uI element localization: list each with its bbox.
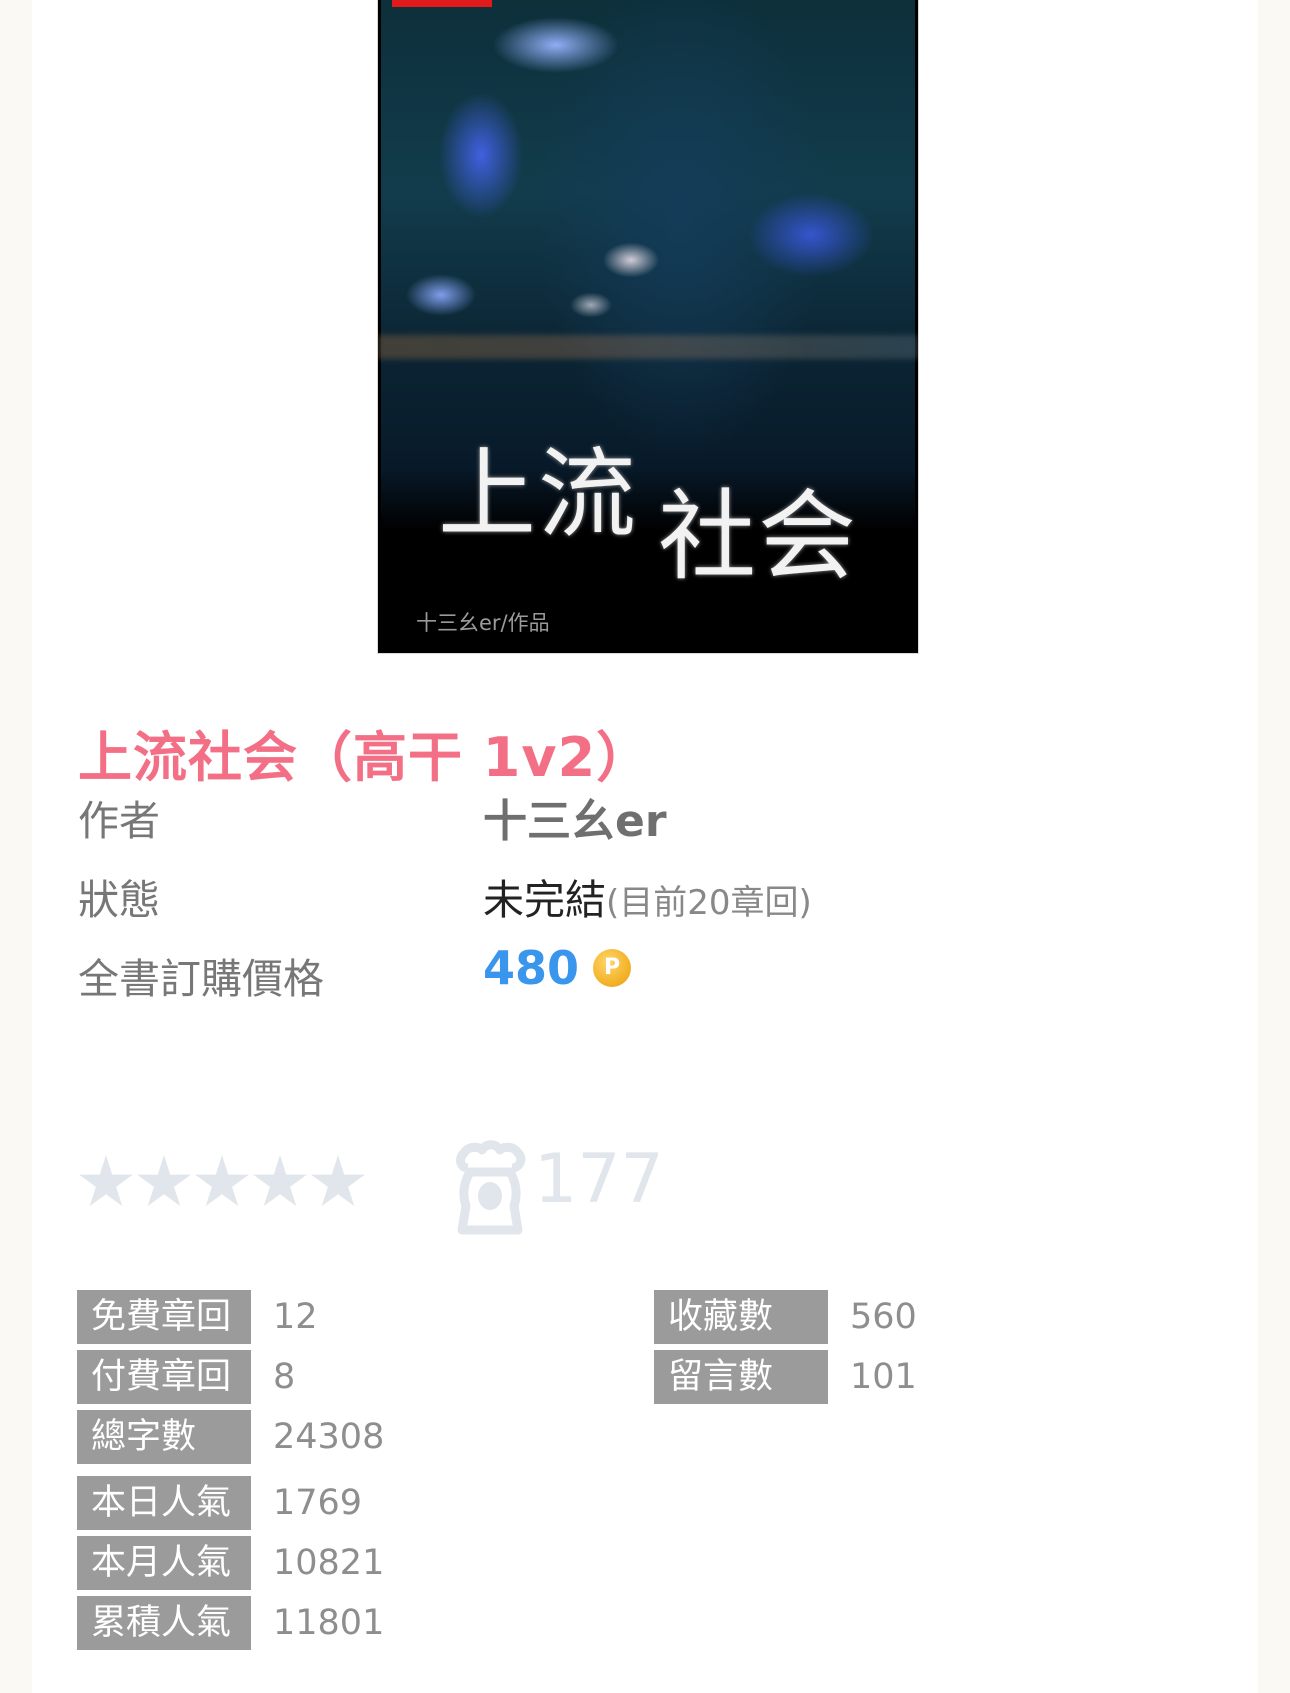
star-icon[interactable]: [253, 1155, 307, 1206]
stat-daily-popularity: 本日人氣 1769: [77, 1476, 362, 1530]
status-value-group: 未完結(目前20章回): [483, 866, 812, 926]
stat-label: 本月人氣: [77, 1536, 251, 1590]
status-label: 狀態: [78, 876, 160, 924]
stat-total-popularity: 累積人氣 11801: [77, 1596, 384, 1650]
star-icon[interactable]: [79, 1155, 133, 1206]
info-row-price: 全書訂購價格 480 P: [78, 941, 632, 1005]
stat-value: 10821: [273, 1543, 385, 1583]
book-title: 上流社会（高干 1v2）: [78, 726, 652, 789]
cover-title-part-1: 上流: [438, 438, 639, 552]
stat-monthly-popularity: 本月人氣 10821: [77, 1536, 384, 1590]
stat-value: 101: [850, 1357, 917, 1397]
stat-label: 本日人氣: [77, 1476, 251, 1530]
cover-author-credit: 十三幺er/作品: [416, 611, 550, 635]
price-label: 全書訂購價格: [78, 955, 324, 1003]
cover-title-text: 上流 社会: [438, 415, 858, 594]
stat-favorites: 收藏數 560: [654, 1290, 917, 1344]
stat-free-chapters: 免費章回 12: [77, 1290, 318, 1344]
author-link[interactable]: 十三幺er: [483, 785, 667, 849]
stat-value: 560: [850, 1297, 917, 1337]
status-value: 未完結: [483, 876, 606, 924]
star-rating[interactable]: [78, 1155, 388, 1215]
stat-label: 總字數: [77, 1410, 251, 1464]
star-icon[interactable]: [137, 1155, 191, 1206]
stat-label: 收藏數: [654, 1290, 828, 1344]
cover-badge: [392, 0, 492, 7]
info-row-author: 作者 十三幺er: [78, 787, 667, 847]
stat-label: 留言數: [654, 1350, 828, 1404]
stat-label: 累積人氣: [77, 1596, 251, 1650]
author-label: 作者: [78, 797, 160, 845]
stat-word-count: 總字數 24308: [77, 1410, 384, 1464]
price-value: 480: [483, 941, 580, 995]
cover-title-part-2: 社会: [658, 480, 859, 594]
cover-decoration: [378, 335, 918, 359]
stat-paid-chapters: 付費章回 8: [77, 1350, 295, 1404]
stat-value: 24308: [273, 1417, 385, 1457]
stat-value: 8: [273, 1357, 296, 1397]
rating-count: 177: [534, 1140, 664, 1219]
star-icon[interactable]: [311, 1155, 365, 1206]
star-icon[interactable]: [195, 1155, 249, 1206]
stat-label: 免費章回: [77, 1290, 251, 1344]
stat-value: 12: [273, 1297, 318, 1337]
chef-hat-icon: [456, 1140, 526, 1235]
book-cover-image[interactable]: 上流 社会 十三幺er/作品: [377, 0, 919, 654]
status-detail: (目前20章回): [606, 883, 812, 923]
info-row-status: 狀態 未完結(目前20章回): [78, 866, 812, 926]
book-detail-page: 上流 社会 十三幺er/作品 上流社会（高干 1v2） 作者 十三幺er 狀態 未…: [32, 0, 1258, 1693]
point-coin-icon: P: [593, 949, 632, 987]
price-value-group: 480 P: [483, 941, 632, 997]
stat-value: 11801: [273, 1603, 385, 1643]
stat-comments: 留言數 101: [654, 1350, 917, 1404]
stat-label: 付費章回: [77, 1350, 251, 1404]
stat-value: 1769: [273, 1483, 363, 1523]
